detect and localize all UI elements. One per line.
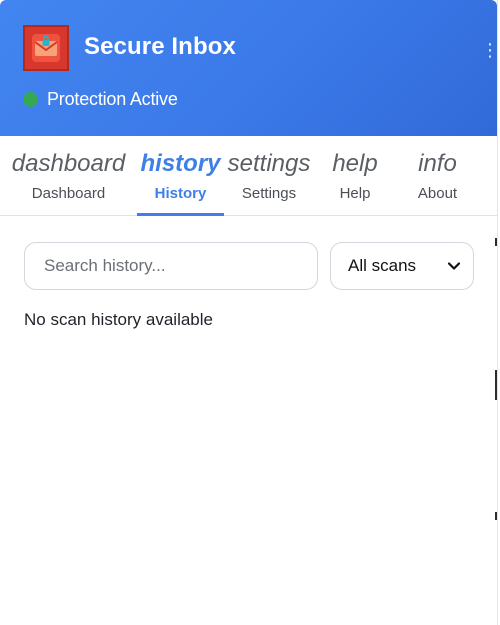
scrollbar-tick bbox=[495, 512, 497, 520]
header-overflow-glyph: ⋮ bbox=[481, 40, 498, 60]
tab-history[interactable]: history History bbox=[137, 136, 224, 216]
empty-state-message: No scan history available bbox=[24, 310, 213, 329]
scan-filter-value: All scans bbox=[348, 256, 417, 275]
dashboard-icon: dashboard bbox=[11, 150, 126, 177]
history-icon: history bbox=[140, 150, 221, 177]
status-text: Protection Active bbox=[47, 89, 178, 109]
settings-icon: settings bbox=[227, 150, 311, 177]
extension-popup: Secure Inbox Protection Active ⋮ dashboa… bbox=[0, 0, 498, 625]
tab-label-help: Help bbox=[339, 185, 371, 202]
app-title: Secure Inbox bbox=[84, 33, 236, 60]
info-icon: info bbox=[418, 150, 457, 177]
history-panel: All scans No scan history available bbox=[0, 217, 497, 625]
tab-label-history: History bbox=[154, 185, 207, 202]
tab-help[interactable]: help Help bbox=[314, 136, 396, 216]
scrollbar-tick bbox=[495, 238, 497, 246]
protection-status: Protection Active bbox=[23, 89, 178, 110]
scan-filter-select[interactable]: All scans bbox=[330, 242, 474, 290]
app-logo bbox=[23, 25, 69, 71]
envelope-lock-icon bbox=[32, 34, 60, 62]
scrollbar-tick bbox=[495, 370, 497, 400]
tab-label-settings: Settings bbox=[241, 185, 297, 202]
tab-bar: dashboard Dashboard history History sett… bbox=[0, 136, 497, 216]
chevron-down-icon bbox=[447, 262, 461, 270]
tab-about[interactable]: info About bbox=[396, 136, 479, 216]
status-dot-icon bbox=[23, 92, 38, 107]
header: Secure Inbox Protection Active ⋮ bbox=[0, 0, 497, 136]
tab-label-dashboard: Dashboard bbox=[31, 185, 106, 202]
tab-dashboard[interactable]: dashboard Dashboard bbox=[0, 136, 137, 216]
help-icon: help bbox=[332, 150, 378, 177]
tab-settings[interactable]: settings Settings bbox=[224, 136, 314, 216]
search-history-input[interactable] bbox=[24, 242, 318, 290]
tab-label-about: About bbox=[417, 185, 458, 202]
